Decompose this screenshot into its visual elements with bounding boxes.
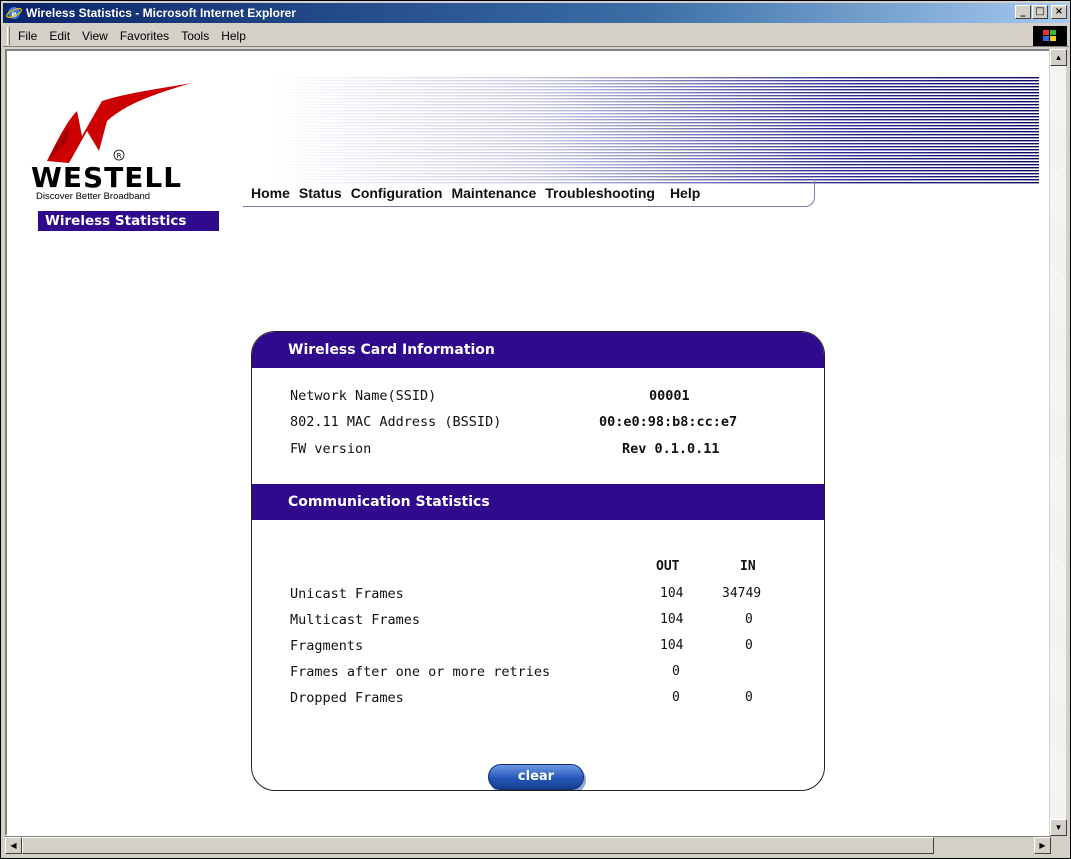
brand-tagline: Discover Better Broadband [36, 191, 151, 202]
stat-label: Frames after one or more retries [290, 664, 551, 680]
nav-maintenance[interactable]: Maintenance [451, 185, 536, 201]
wireless-panel: Wireless Card Information Network Name(S… [251, 331, 825, 791]
minimize-button[interactable]: _ [1015, 5, 1031, 19]
card-info-header: Wireless Card Information [252, 332, 824, 368]
ssid-value: 00001 [649, 388, 690, 404]
stat-out: 104 [660, 612, 684, 627]
bssid-label: 802.11 MAC Address (BSSID) [290, 414, 502, 430]
menu-view[interactable]: View [82, 29, 108, 43]
menu-bar: File Edit View Favorites Tools Help [3, 25, 1069, 47]
ssid-label: Network Name(SSID) [290, 388, 437, 404]
menu-grip [7, 26, 10, 45]
horizontal-scrollbar[interactable]: ◀ ▶ [5, 836, 1051, 854]
scroll-down-button[interactable]: ▼ [1050, 819, 1067, 836]
scroll-right-button[interactable]: ▶ [1034, 837, 1051, 854]
clear-button[interactable]: clear [488, 764, 584, 790]
horizontal-scroll-thumb[interactable] [22, 837, 934, 854]
page-title: Wireless Statistics [38, 211, 219, 231]
stat-out: 0 [672, 664, 680, 679]
svg-text:R: R [117, 152, 122, 160]
menu-tools[interactable]: Tools [181, 29, 209, 43]
menu-file[interactable]: File [18, 29, 37, 43]
nav-troubleshooting[interactable]: Troubleshooting [545, 185, 655, 201]
vertical-scrollbar[interactable]: ▲ ▼ [1049, 49, 1067, 836]
nav-configuration[interactable]: Configuration [351, 185, 443, 201]
header-stripes [269, 77, 1039, 184]
main-nav: Home Status Configuration Maintenance Tr… [243, 179, 815, 207]
stat-label: Multicast Frames [290, 612, 421, 628]
stat-label: Dropped Frames [290, 690, 404, 706]
nav-help[interactable]: Help [670, 185, 700, 201]
title-bar: e Wireless Statistics - Microsoft Intern… [3, 3, 1069, 23]
col-out-header: OUT [656, 559, 680, 574]
stat-label: Fragments [290, 638, 364, 654]
bssid-value: 00:e0:98:b8:cc:e7 [599, 414, 738, 430]
fw-value: Rev 0.1.0.11 [622, 441, 720, 457]
stat-in: 0 [745, 638, 753, 653]
stats-header: Communication Statistics [252, 484, 824, 520]
browser-window: e Wireless Statistics - Microsoft Intern… [0, 0, 1071, 859]
stat-out: 104 [660, 586, 684, 601]
internet-explorer-icon: e [6, 7, 22, 20]
nav-home[interactable]: Home [251, 185, 290, 201]
menu-edit[interactable]: Edit [49, 29, 70, 43]
fw-label: FW version [290, 441, 372, 457]
page-viewport: R WESTELL Discover Better Broadband Wire… [5, 49, 1051, 836]
scroll-left-button[interactable]: ◀ [5, 837, 22, 854]
col-in-header: IN [740, 559, 756, 574]
nav-status[interactable]: Status [299, 185, 342, 201]
windows-logo-icon [1033, 26, 1067, 46]
stat-label: Unicast Frames [290, 586, 404, 602]
stat-in: 0 [745, 690, 753, 705]
stat-out: 104 [660, 638, 684, 653]
menu-help[interactable]: Help [221, 29, 246, 43]
stat-in: 34749 [722, 586, 762, 601]
close-button[interactable]: × [1051, 5, 1067, 19]
maximize-button[interactable]: □ [1032, 5, 1048, 19]
menu-favorites[interactable]: Favorites [120, 29, 169, 43]
scroll-up-button[interactable]: ▲ [1050, 49, 1067, 66]
window-title: Wireless Statistics - Microsoft Internet… [26, 6, 296, 20]
stat-in: 0 [745, 612, 753, 627]
brand-name: WESTELL [31, 161, 183, 194]
stat-out: 0 [672, 690, 680, 705]
